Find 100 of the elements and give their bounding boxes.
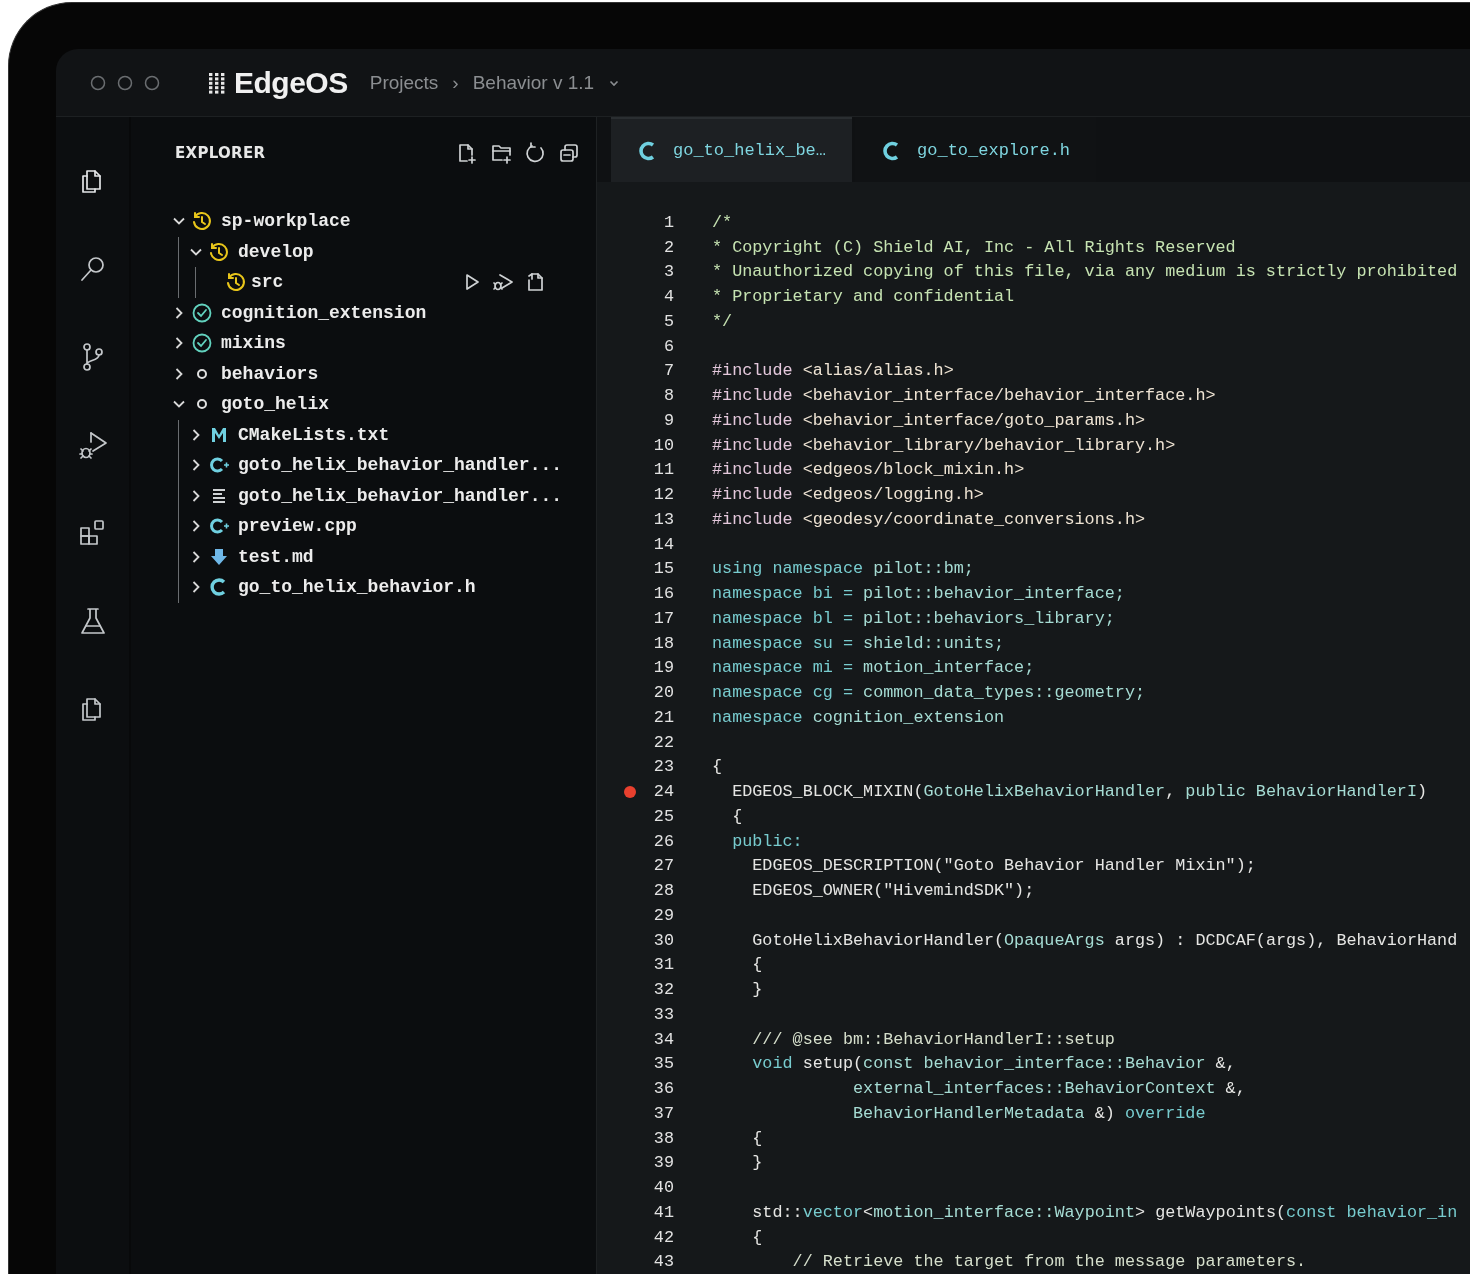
code-line: { [751,1128,763,1148]
check-circle-icon [191,332,213,355]
tree-item-label[interactable]: mixins [221,333,286,354]
window-button-icon[interactable] [117,74,133,91]
tree-item-label[interactable]: sp-workplace [221,211,351,232]
code-line: #include <geodesy/coordinate_conversions.h> [712,509,1146,529]
line-number: 36 [652,1079,674,1099]
line-number: 3 [662,262,674,282]
window-button-icon[interactable] [90,74,106,91]
tree-item-label[interactable]: test.md [238,546,314,567]
code-line: { [751,955,763,975]
grid-logo-icon [208,71,226,94]
line-number: 33 [652,1004,674,1024]
code-line: void setup(const behavior_interface::Behavior &, [751,1054,1236,1074]
line-number: 2 [662,237,674,257]
line-number: 1 [662,212,674,232]
code-line: namespace cognition_extension [712,707,1005,727]
tree-item-label[interactable]: preview.cpp [238,516,357,537]
line-number: 9 [662,410,674,430]
line-number: 21 [652,707,674,727]
code-line: EDGEOS_BLOCK_MIXIN(GotoHelixBehaviorHandler, public BehaviorHandlerI) [731,782,1428,802]
code-line: #include <behavior_library/behavior_library.h> [712,435,1176,455]
debug-icon[interactable] [76,429,109,461]
tree-item-label[interactable]: goto_helix [221,394,330,415]
code-line: #include <edgeos/logging.h> [712,485,984,505]
line-number: 10 [652,435,674,455]
code-line: public: [731,831,803,851]
tree-item-label[interactable]: goto_helix_behavior_handler... [238,485,563,506]
code-line: #include <alias/alias.h> [712,361,954,381]
code-line: namespace su = shield::units; [712,633,1005,653]
code-line: // Retrieve the target from the message parameters. [791,1252,1307,1272]
code-line: namespace bl = pilot::behaviors_library; [712,608,1115,628]
tree-item-label[interactable]: develop [238,241,314,262]
line-number: 30 [652,930,674,950]
line-number: 5 [662,311,674,331]
new-file-icon[interactable] [456,142,478,164]
line-number: 37 [652,1103,674,1123]
line-number: 15 [652,559,674,579]
code-line: namespace bi = pilot::behavior_interface; [712,584,1125,604]
tree-item-label[interactable]: go_to_helix_behavior.h [238,577,476,598]
line-number: 42 [652,1227,674,1247]
code-line: #include <behavior_interface/goto_params.h> [712,410,1146,430]
line-number: 13 [652,509,674,529]
line-number: 12 [652,485,674,505]
line-number: 31 [652,955,674,975]
line-number: 14 [652,534,674,554]
code-line: { [751,1227,763,1247]
panel-title: EXPLORER [175,144,266,162]
line-number: 7 [662,361,674,381]
code-line: std::vector<motion_interface::Waypoint> getWaypoints(const behavior_in [751,1202,1458,1222]
line-number: 39 [652,1153,674,1173]
line-number: 8 [662,386,674,406]
code-line: } [751,1153,763,1173]
line-number: 6 [662,336,674,356]
line-number: 35 [652,1054,674,1074]
code-line: #include <edgeos/block_mixin.h> [712,460,1025,480]
collapse-icon[interactable] [558,142,580,164]
line-number: 27 [652,856,674,876]
line-number: 40 [652,1178,674,1198]
code-line: BehaviorHandlerMetadata &) override [852,1103,1206,1123]
editor-tab[interactable]: go_to_helix_be… [611,117,853,182]
code-line: * Unauthorized copying of this file, via any medium is strictly prohibited [712,262,1458,282]
line-number: 43 [652,1252,674,1272]
tree-item-label[interactable]: behaviors [221,363,319,384]
line-number: 19 [652,658,674,678]
breadcrumb-link[interactable]: Behavior v 1.1 [472,71,595,94]
breadcrumb-separator: › [452,71,459,94]
check-circle-icon [191,301,213,324]
code-line: namespace cg = common_data_types::geometry; [712,683,1146,703]
debug-icon[interactable] [491,272,515,293]
new-folder-icon[interactable] [490,142,512,164]
code-line: * Proprietary and confidential [712,287,1015,307]
code-line: #include <behavior_interface/behavior_interface.h> [712,386,1216,406]
breakpoint-icon[interactable] [624,785,636,798]
app-logo-text: EdgeOS [234,65,348,100]
window-button-icon[interactable] [144,74,160,91]
code-line: external_interfaces::BehaviorContext &, [852,1079,1246,1099]
line-number: 32 [652,980,674,1000]
history-icon [208,240,230,263]
history-icon [225,271,247,294]
line-number: 26 [652,831,674,851]
tree-item-label[interactable]: CMakeLists.txt [238,424,390,445]
breadcrumb-link[interactable]: Projects [369,71,439,94]
tree-item-label[interactable]: src [251,272,284,293]
line-number: 20 [652,683,674,703]
code-line: { [731,806,743,826]
line-number: 23 [652,757,674,777]
tree-item-label[interactable]: goto_helix_behavior_handler... [238,455,563,476]
tree-item-label[interactable]: cognition_extension [221,302,427,323]
refresh-icon[interactable] [524,142,546,164]
line-number: 28 [652,881,674,901]
code-line: * Copyright (C) Shield AI, Inc - All Rights Reserved [712,237,1236,257]
code-line: */ [712,311,733,331]
history-icon [191,210,213,233]
line-number: 38 [652,1128,674,1148]
code-line: GotoHelixBehaviorHandler(OpaqueArgs args) : DCDCAF(args), BehaviorHand [751,930,1458,950]
code-line: namespace mi = motion_interface; [712,658,1035,678]
line-number: 29 [652,905,674,925]
code-line: /* [712,212,733,232]
line-number: 34 [652,1029,674,1049]
